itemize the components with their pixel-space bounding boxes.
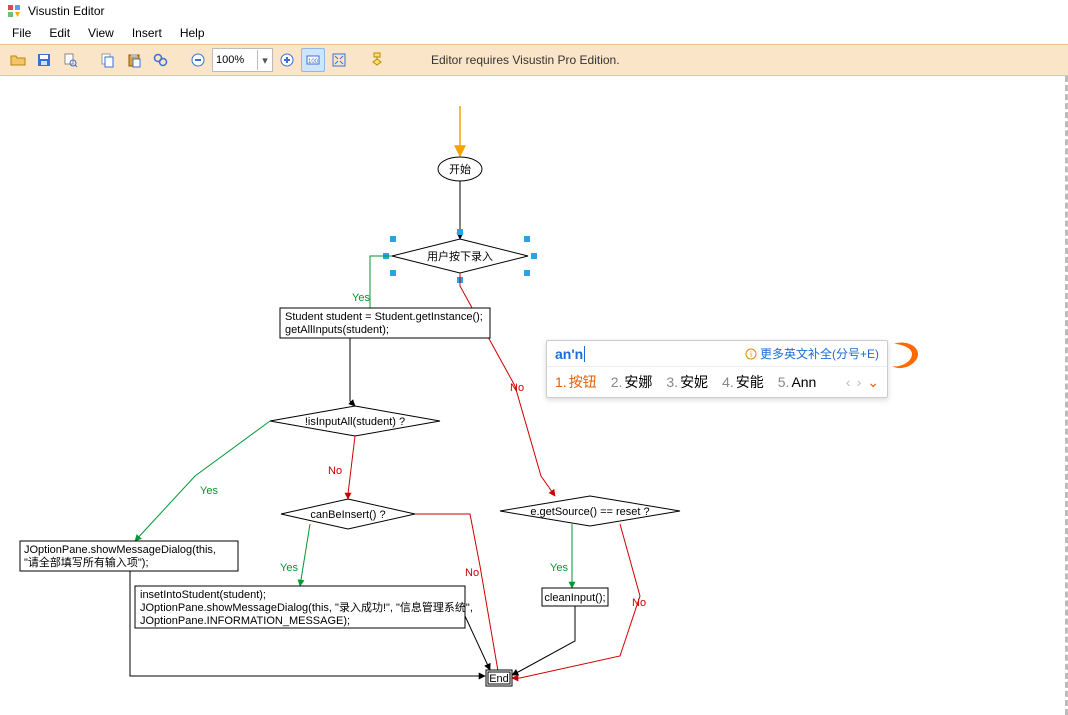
svg-text:Yes: Yes: [550, 562, 568, 574]
open-button[interactable]: [6, 48, 30, 72]
print-preview-button[interactable]: [58, 48, 82, 72]
svg-text:i: i: [750, 350, 752, 359]
zoom-input[interactable]: [213, 52, 257, 68]
status-text: Editor requires Visustin Pro Edition.: [431, 53, 620, 67]
zoom-100-button[interactable]: 100: [301, 48, 325, 72]
svg-text:Student student = Student.getI: Student student = Student.getInstance();: [285, 311, 483, 323]
svg-text:No: No: [632, 597, 646, 609]
menu-file[interactable]: File: [4, 24, 39, 42]
menu-help[interactable]: Help: [172, 24, 213, 42]
app-title: Visustin Editor: [28, 4, 104, 18]
svg-text:canBeInsert() ?: canBeInsert() ?: [310, 509, 385, 521]
svg-text:insetIntoStudent(student);: insetIntoStudent(student);: [140, 589, 266, 601]
find-button[interactable]: [148, 48, 172, 72]
canvas[interactable]: 开始 用户按下录入 Yes No Student student = Stude…: [0, 76, 1068, 715]
svg-text:Yes: Yes: [280, 562, 298, 574]
flowchart-button[interactable]: [365, 48, 389, 72]
info-icon: i: [745, 348, 757, 360]
zoom-combo[interactable]: ▾: [212, 48, 273, 72]
menu-view[interactable]: View: [80, 24, 122, 42]
svg-text:100: 100: [308, 59, 319, 65]
zoom-out-button[interactable]: [186, 48, 210, 72]
zoom-in-button[interactable]: [275, 48, 299, 72]
menubar: File Edit View Insert Help: [0, 22, 1068, 44]
titlebar: Visustin Editor: [0, 0, 1068, 22]
menu-insert[interactable]: Insert: [124, 24, 170, 42]
svg-text:getAllInputs(student);: getAllInputs(student);: [285, 324, 389, 336]
svg-text:No: No: [510, 382, 524, 394]
menu-edit[interactable]: Edit: [41, 24, 78, 42]
ime-pager[interactable]: ‹›⌄: [846, 374, 879, 391]
ime-candidates: 1.按钮 2.安娜 3.安妮 4.安能 5.Ann ‹›⌄: [547, 367, 887, 397]
svg-text:End: End: [489, 673, 509, 685]
ime-cand-2[interactable]: 2.安娜: [611, 372, 653, 392]
svg-text:cleanInput();: cleanInput();: [544, 592, 605, 604]
svg-text:"请全部填写所有输入项");: "请全部填写所有输入项");: [24, 555, 149, 569]
chevron-down-icon[interactable]: ▾: [257, 50, 272, 70]
svg-text:!isInputAll(student) ?: !isInputAll(student) ?: [305, 416, 405, 428]
svg-text:JOptionPane.showMessageDialog(: JOptionPane.showMessageDialog(this,: [24, 544, 216, 556]
ime-typed: an'n: [555, 346, 585, 362]
decision-user-press[interactable]: 用户按下录入: [427, 249, 493, 263]
app-icon: [6, 3, 22, 19]
ime-candidate-window[interactable]: an'n i 更多英文补全(分号+E) 1.按钮 2.安娜 3.安妮 4.安能 …: [546, 340, 888, 398]
svg-text:No: No: [465, 567, 479, 579]
svg-text:Yes: Yes: [352, 292, 370, 304]
ime-cand-3[interactable]: 3.安妮: [666, 372, 708, 392]
svg-text:e.getSource() == reset ?: e.getSource() == reset ?: [530, 506, 649, 518]
toolbar: ▾ 100 Editor requires Visustin Pro Editi…: [0, 44, 1068, 76]
save-button[interactable]: [32, 48, 56, 72]
svg-text:No: No: [328, 465, 342, 477]
ime-cand-4[interactable]: 4.安能: [722, 372, 764, 392]
copy-button[interactable]: [96, 48, 120, 72]
svg-text:Yes: Yes: [200, 485, 218, 497]
sogou-logo-icon: S: [890, 342, 920, 372]
ime-hint[interactable]: i 更多英文补全(分号+E): [745, 345, 879, 362]
paste-button[interactable]: [122, 48, 146, 72]
ime-cand-1[interactable]: 1.按钮: [555, 372, 597, 392]
ime-cand-5[interactable]: 5.Ann: [778, 374, 817, 390]
svg-text:JOptionPane.showMessageDialog(: JOptionPane.showMessageDialog(this, "录入成…: [140, 600, 473, 614]
svg-text:S: S: [898, 350, 909, 367]
fit-button[interactable]: [327, 48, 351, 72]
start-node[interactable]: 开始: [449, 162, 471, 176]
svg-text:JOptionPane.INFORMATION_MESSAG: JOptionPane.INFORMATION_MESSAGE);: [140, 615, 350, 627]
flowchart-svg: 开始 用户按下录入 Yes No Student student = Stude…: [0, 76, 1060, 715]
